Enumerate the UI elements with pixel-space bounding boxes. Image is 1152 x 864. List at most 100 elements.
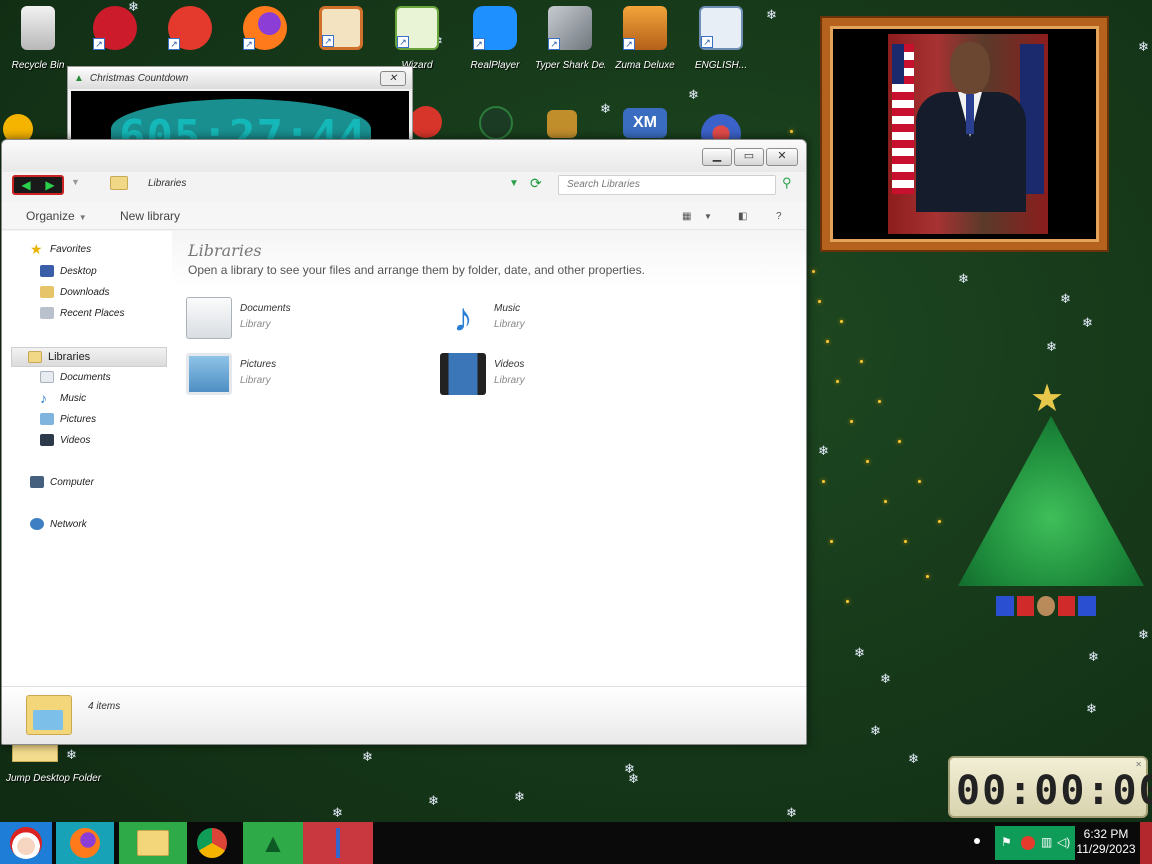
firefox-icon: ↗ [243,6,287,50]
sparkle [898,440,901,443]
shortcut-arrow-icon: ↗ [623,38,635,50]
help-button[interactable]: ? [776,211,782,222]
photo-frame [822,18,1107,250]
nav-network[interactable]: Network [30,518,87,530]
close-button[interactable]: ✕ [380,70,406,86]
stopwatch-widget[interactable]: ✕ 00:00:00 [948,756,1152,818]
christmas-countdown-window[interactable]: ▲ Christmas Countdown ✕ 605:27:44 [67,66,413,146]
search-icon[interactable]: ⚲ [782,175,792,191]
shortcut-arrow-icon: ↗ [168,38,180,50]
system-tray: ⚑ ▥ ◁) [995,826,1075,860]
clock-time: 6:32 PM [1083,827,1129,841]
desktop-icon-english[interactable]: ↗ ENGLISH... [686,6,756,71]
view-options-dropdown-icon[interactable]: ▼ [704,212,712,221]
clock-date: 11/29/2023 [1076,842,1136,856]
desktop-icon-xm[interactable]: XM [620,108,670,138]
portrait-photo [838,34,1091,234]
sparkle [822,480,825,483]
network-icon[interactable]: ▥ [1041,835,1052,849]
sparkle [918,480,921,483]
organize-label: Organize [26,209,75,223]
person-head [950,42,990,94]
library-item-documents[interactable]: Documents Library [186,295,386,343]
caption-buttons: ▁ ▭ ✕ [702,148,798,166]
explorer-window[interactable]: ▁ ▭ ✕ ◀ ▶ ▼ Libraries ▼ ⟳ Search Librari… [1,139,807,745]
nav-downloads[interactable]: Downloads [40,286,109,298]
star-icon: ★ [1030,378,1065,420]
nav-pictures[interactable]: Pictures [40,413,96,425]
start-button[interactable] [0,822,52,864]
sparkle [938,520,941,523]
show-desktop-button[interactable] [1140,822,1152,864]
desktop-icon-zuma-deluxe[interactable]: ↗ Zuma Deluxe [610,6,680,71]
sparkle [884,500,887,503]
library-item-music[interactable]: ♪ Music Library [440,295,640,343]
snowflake: ❄ [628,771,639,786]
taskbar-chrome[interactable] [190,822,234,864]
libraries-folder-icon [110,176,128,190]
nav-buttons: ◀ ▶ [12,175,64,195]
nav-favorites[interactable]: ★ Favorites [30,242,91,256]
desktop-icon-app-2[interactable]: ↗ [80,6,150,60]
nav-desktop[interactable]: Desktop [40,265,97,277]
nav-documents[interactable]: Documents [40,371,111,383]
snowflake: ❄ [958,271,969,286]
shortcut-arrow-icon: ↗ [93,38,105,50]
desktop-icon-recycle-bin[interactable]: Recycle Bin [3,6,73,71]
gift-icon [1057,596,1076,616]
nav-recent-places[interactable]: Recent Places [40,307,124,319]
shark-icon: ↗ [548,6,592,50]
desktop-folder-label[interactable]: Jump Desktop Folder [6,773,101,784]
organize-button[interactable]: Organize ▼ [26,209,87,223]
recent-pages-dropdown-icon[interactable]: ▼ [71,177,80,187]
new-library-button[interactable]: New library [120,209,180,223]
preview-pane-icon[interactable]: ◧ [738,211,747,222]
desktop-icon-app-5[interactable]: ↗ [306,6,376,60]
taskbar-explorer[interactable] [119,822,187,864]
maximize-button[interactable]: ▭ [734,148,764,166]
clock[interactable]: 6:32 PM 11/29/2023 [1075,827,1137,857]
computer-icon [30,476,44,488]
desktop-icon-realplayer[interactable]: ↗ RealPlayer [460,6,530,71]
taskbar-countdown[interactable]: ▲ [243,822,303,864]
search-input[interactable]: Search Libraries [558,175,776,195]
window-titlebar[interactable]: ▁ ▭ ✕ [2,140,806,172]
snowflake: ❄ [870,723,881,738]
address-bar: ◀ ▶ ▼ Libraries ▼ ⟳ Search Libraries ⚲ [2,172,806,200]
desktop-icon-app-3[interactable]: ↗ [155,6,225,60]
forward-button[interactable]: ▶ [38,177,62,193]
refresh-icon[interactable]: ⟳ [530,176,542,190]
shortcut-arrow-icon: ↗ [243,38,255,50]
nav-computer[interactable]: Computer [30,476,94,488]
desktop-icon-firefox[interactable]: ↗ [230,6,300,60]
library-item-videos[interactable]: Videos Library [440,351,640,399]
firefox-tray-icon[interactable] [1021,836,1035,850]
santa-icon [10,827,42,859]
nav-music[interactable]: ♪ Music [40,391,86,405]
desktop-icon-app-row2-4[interactable] [540,110,584,138]
desktop-icon-wizard[interactable]: ↗ Wizard [382,6,452,71]
sparkle [818,300,821,303]
minimize-button[interactable]: ▁ [702,148,732,166]
firefox-icon [70,828,100,858]
change-view-icon[interactable]: ▦ [682,211,691,222]
back-button[interactable]: ◀ [14,177,38,193]
taskbar-app[interactable] [303,822,373,864]
nav-videos[interactable]: Videos [40,434,90,446]
app-icon [336,828,340,858]
countdown-titlebar[interactable]: ▲ Christmas Countdown ✕ [68,67,412,89]
taskbar-firefox[interactable] [56,822,114,864]
breadcrumb[interactable]: Libraries [148,178,186,189]
app-icon: ↗ [93,6,137,50]
desktop-icon-typer-shark[interactable]: ↗ Typer Shark Deluxe [535,6,605,71]
volume-icon[interactable]: ◁) [1057,835,1070,849]
item-count: 4 items [88,701,121,712]
library-item-pictures[interactable]: Pictures Library [186,351,386,399]
history-dropdown-icon[interactable]: ▼ [509,178,519,189]
creature-icon: ↗ [168,6,212,50]
close-button[interactable]: ✕ [766,148,798,166]
countdown-title: Christmas Countdown [89,72,189,84]
flag-icon[interactable]: ⚑ [1001,835,1012,849]
desktop-icon-app-row2-3[interactable] [474,106,518,140]
nav-libraries[interactable]: Libraries [11,347,167,367]
